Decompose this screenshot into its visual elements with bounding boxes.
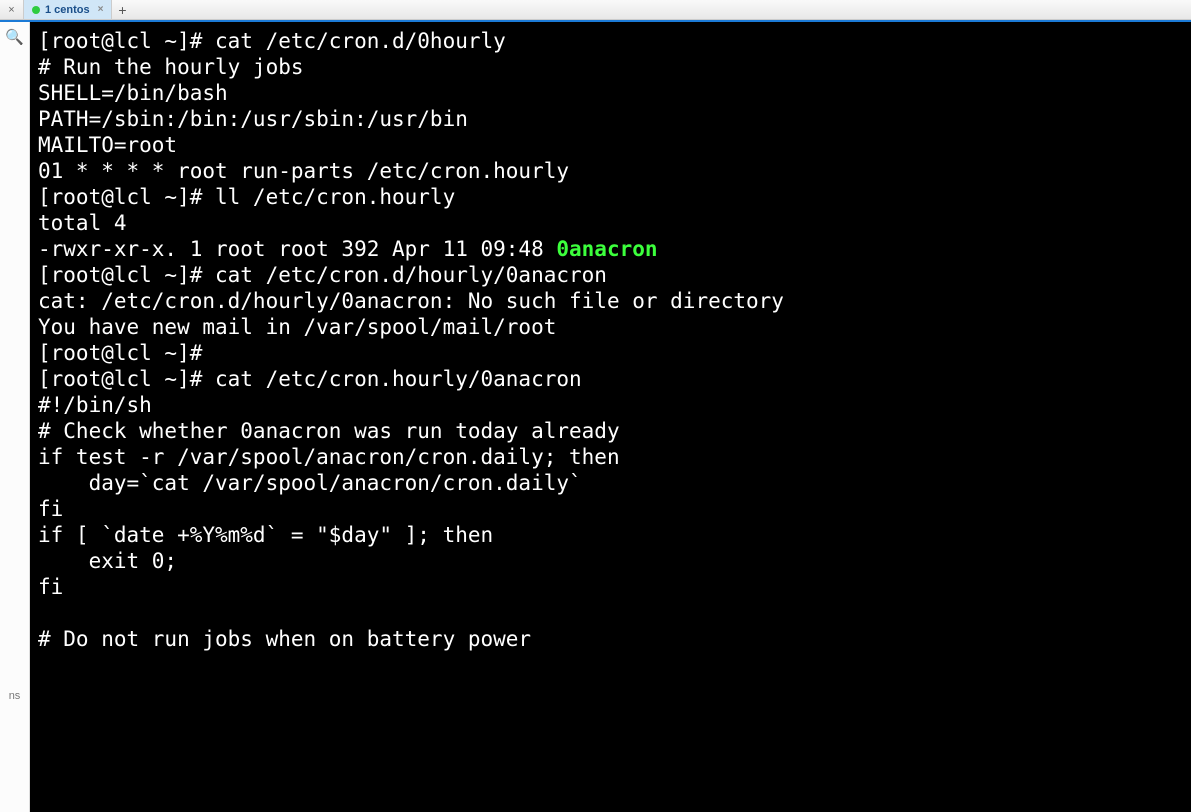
tabbar-close-icon[interactable]: × <box>0 0 24 19</box>
terminal-line: cat: /etc/cron.d/hourly/0anacron: No suc… <box>38 289 784 313</box>
terminal-line: MAILTO=root <box>38 133 177 157</box>
terminal-line: [root@lcl ~]# cat /etc/cron.d/hourly/0an… <box>38 263 607 287</box>
terminal-line: # Run the hourly jobs <box>38 55 304 79</box>
terminal-line: # Do not run jobs when on battery power <box>38 627 531 651</box>
search-icon[interactable]: 🔍 <box>5 28 24 46</box>
terminal-line: total 4 <box>38 211 127 235</box>
tab-add-button[interactable]: + <box>112 0 132 19</box>
tab-centos[interactable]: 1 centos × <box>24 0 112 19</box>
executable-filename: 0anacron <box>556 237 657 261</box>
terminal-line: PATH=/sbin:/bin:/usr/sbin:/usr/bin <box>38 107 468 131</box>
terminal-line: [root@lcl ~]# <box>38 341 215 365</box>
terminal-line: [root@lcl ~]# cat /etc/cron.hourly/0anac… <box>38 367 582 391</box>
terminal-line: You have new mail in /var/spool/mail/roo… <box>38 315 556 339</box>
terminal-line: SHELL=/bin/bash <box>38 81 228 105</box>
terminal-line: [root@lcl ~]# cat /etc/cron.d/0hourly <box>38 29 506 53</box>
terminal-line: exit 0; <box>38 549 177 573</box>
terminal-line: -rwxr-xr-x. 1 root root 392 Apr 11 09:48… <box>38 237 658 261</box>
terminal-line: 01 * * * * root run-parts /etc/cron.hour… <box>38 159 569 183</box>
tab-bar: × 1 centos × + <box>0 0 1191 20</box>
terminal-line: [root@lcl ~]# ll /etc/cron.hourly <box>38 185 455 209</box>
terminal-line: # Check whether 0anacron was run today a… <box>38 419 620 443</box>
terminal-line: #!/bin/sh <box>38 393 152 417</box>
terminal-line: fi <box>38 497 63 521</box>
left-gutter: 🔍 ns <box>0 22 30 812</box>
terminal-line: if test -r /var/spool/anacron/cron.daily… <box>38 445 620 469</box>
terminal-output[interactable]: [root@lcl ~]# cat /etc/cron.d/0hourly # … <box>30 22 1191 812</box>
main-area: 🔍 ns [root@lcl ~]# cat /etc/cron.d/0hour… <box>0 22 1191 812</box>
tab-label: 1 centos <box>45 4 90 16</box>
tab-close-icon[interactable]: × <box>95 4 104 15</box>
terminal-line: fi <box>38 575 63 599</box>
terminal-line: if [ `date +%Y%m%d` = "$day" ]; then <box>38 523 493 547</box>
status-dot-icon <box>32 6 40 14</box>
terminal-line: day=`cat /var/spool/anacron/cron.daily` <box>38 471 582 495</box>
ns-label: ns <box>9 690 21 702</box>
